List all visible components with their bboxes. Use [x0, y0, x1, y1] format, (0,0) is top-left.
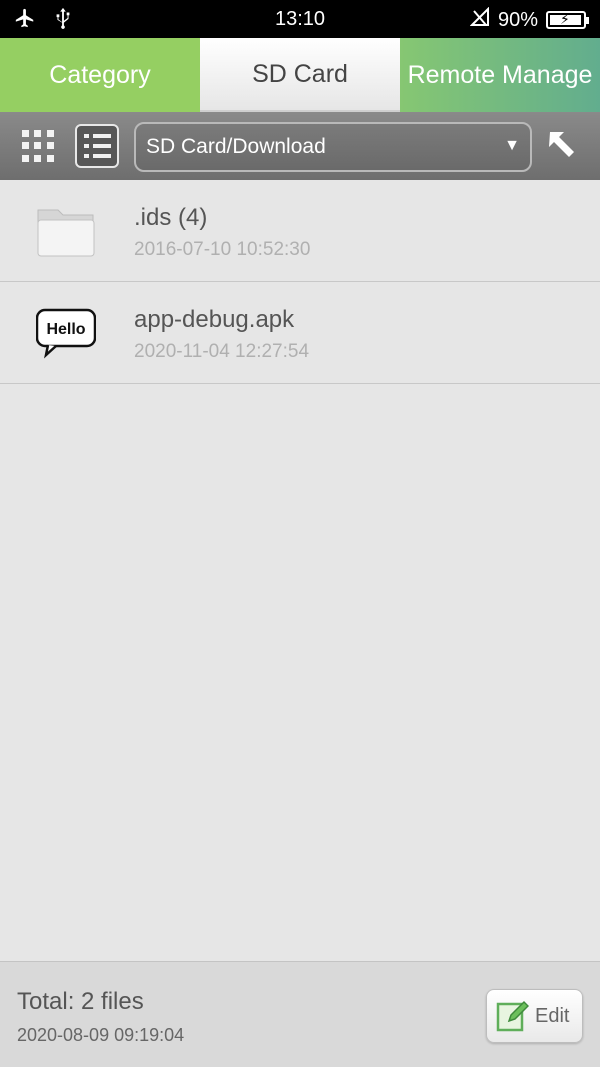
- battery-percent: 90%: [497, 8, 538, 31]
- file-list: .ids (4) 2016-07-10 10:52:30 Hello app-d…: [0, 180, 600, 384]
- file-date: 2016-07-10 10:52:30: [134, 239, 311, 260]
- list-view-button[interactable]: [75, 124, 119, 168]
- total-files-label: Total: 2 files: [17, 988, 144, 1015]
- file-date: 2020-11-04 12:27:54: [134, 341, 310, 362]
- grid-view-icon: [22, 130, 54, 162]
- edit-button[interactable]: Edit: [486, 989, 583, 1043]
- no-signal-icon: [469, 6, 490, 33]
- edit-icon: [496, 1000, 529, 1032]
- path-dropdown-value: SD Card/Download: [146, 135, 326, 158]
- file-manager-screen: 13:10 90% ⚡ Category SD Card Remote Mana…: [0, 0, 600, 1067]
- dropdown-arrow-icon: ▼: [504, 137, 520, 154]
- up-directory-button[interactable]: [544, 128, 588, 172]
- tab-bar: Category SD Card Remote Manage: [0, 38, 600, 112]
- file-name: .ids (4): [134, 204, 208, 231]
- charging-bolt-icon: ⚡: [560, 11, 570, 27]
- status-right-icons: 90% ⚡: [469, 6, 589, 33]
- folder-icon: [36, 200, 96, 260]
- file-name: app-debug.apk: [134, 306, 295, 333]
- path-dropdown[interactable]: SD Card/Download ▼: [134, 122, 532, 172]
- tab-sd-card[interactable]: SD Card: [200, 38, 400, 112]
- grid-view-button[interactable]: [16, 124, 60, 168]
- edit-button-label: Edit: [535, 1004, 570, 1027]
- footer-date: 2020-08-09 09:19:04: [17, 1025, 185, 1045]
- toolbar: SD Card/Download ▼: [0, 112, 600, 180]
- tab-remote-manage[interactable]: Remote Manage: [400, 38, 600, 112]
- tab-category[interactable]: Category: [0, 38, 200, 112]
- list-item[interactable]: .ids (4) 2016-07-10 10:52:30: [0, 180, 600, 282]
- apk-hello-icon: Hello: [35, 302, 97, 362]
- list-item[interactable]: Hello app-debug.apk 2020-11-04 12:27:54: [0, 282, 600, 384]
- battery-charging-icon: ⚡: [546, 11, 589, 29]
- footer: Total: 2 files 2020-08-09 09:19:04 Edit: [0, 961, 600, 1067]
- apk-icon-text: Hello: [46, 321, 85, 338]
- up-arrow-icon: [549, 132, 574, 157]
- status-bar: 13:10 90% ⚡: [0, 0, 600, 38]
